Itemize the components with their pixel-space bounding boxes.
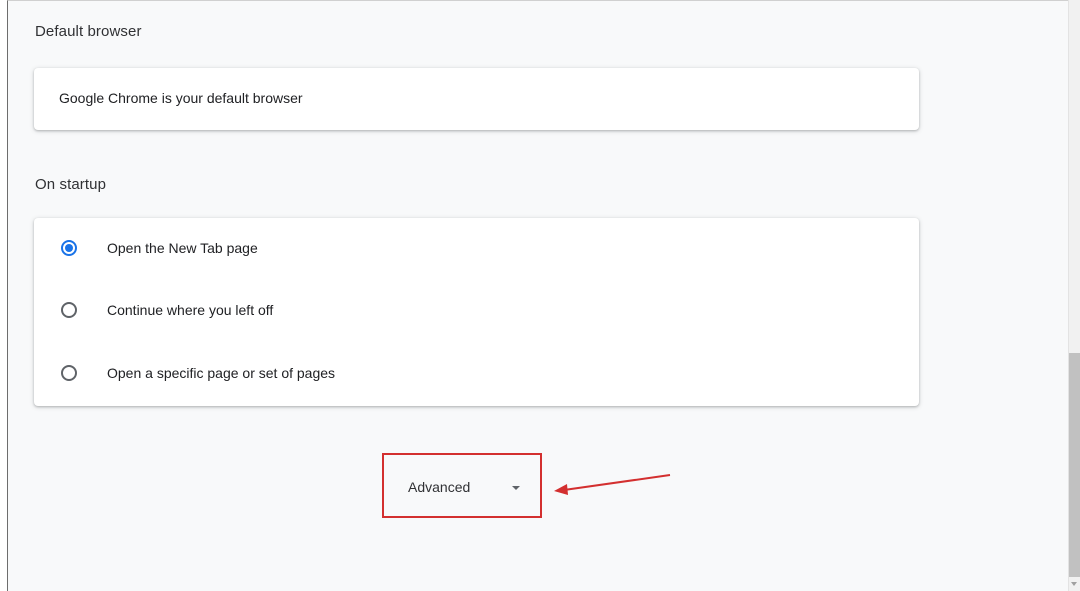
advanced-highlight-box: Advanced xyxy=(382,453,542,518)
scroll-down-arrow-icon[interactable] xyxy=(1071,582,1077,586)
startup-option-label: Open the New Tab page xyxy=(107,240,258,256)
startup-option-continue[interactable]: Continue where you left off xyxy=(34,280,919,342)
on-startup-card: Open the New Tab page Continue where you… xyxy=(34,218,919,406)
scrollbar-thumb[interactable] xyxy=(1069,353,1080,577)
radio-button-checked[interactable] xyxy=(61,240,77,256)
red-arrow-icon xyxy=(554,474,671,495)
settings-page: Default browser Google Chrome is your de… xyxy=(7,0,1080,591)
startup-option-new-tab[interactable]: Open the New Tab page xyxy=(34,218,919,280)
startup-option-specific-pages[interactable]: Open a specific page or set of pages xyxy=(34,343,919,405)
radio-button-unchecked[interactable] xyxy=(61,302,77,318)
default-browser-section-title: Default browser xyxy=(35,23,142,40)
radio-button-unchecked[interactable] xyxy=(61,365,77,381)
caret-down-icon xyxy=(512,486,520,490)
advanced-button[interactable]: Advanced xyxy=(384,455,540,516)
advanced-label: Advanced xyxy=(408,479,471,495)
startup-option-label: Open a specific page or set of pages xyxy=(107,365,336,381)
startup-option-label: Continue where you left off xyxy=(107,302,274,318)
default-browser-status-text: Google Chrome is your default browser xyxy=(59,90,303,106)
on-startup-section-title: On startup xyxy=(35,176,107,193)
default-browser-card: Google Chrome is your default browser xyxy=(34,68,919,130)
